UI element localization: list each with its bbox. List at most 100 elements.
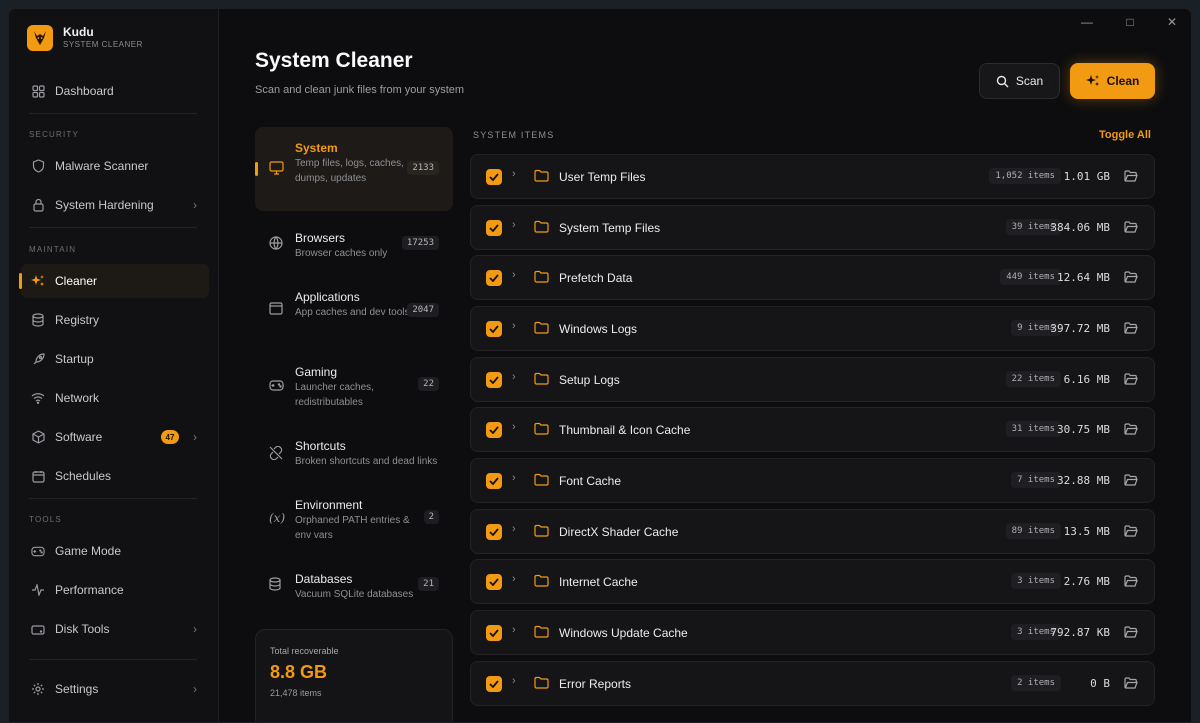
item-name: Font Cache <box>559 474 622 488</box>
open-folder-icon[interactable] <box>1124 220 1138 238</box>
open-folder-icon[interactable] <box>1124 372 1138 390</box>
minimize-icon[interactable]: — <box>1077 15 1097 31</box>
chevron-right-icon[interactable]: › <box>512 219 516 231</box>
checkbox[interactable] <box>486 473 502 489</box>
item-row[interactable]: › Font Cache 7 items 32.88 MB <box>470 458 1155 503</box>
category-count: 22 <box>418 377 439 391</box>
category-count: 17253 <box>401 236 439 250</box>
checkbox[interactable] <box>486 169 502 185</box>
maximize-icon[interactable]: □ <box>1120 15 1140 31</box>
checkbox[interactable] <box>486 220 502 236</box>
item-row[interactable]: › Prefetch Data 449 items 12.64 MB <box>470 255 1155 300</box>
open-folder-icon[interactable] <box>1124 574 1138 592</box>
open-folder-icon[interactable] <box>1124 270 1138 288</box>
category-applications[interactable]: Applications App caches and dev tools 20… <box>255 280 453 344</box>
sidebar-item-label: Malware Scanner <box>55 159 149 173</box>
checkbox[interactable] <box>486 524 502 540</box>
sidebar-item-software[interactable]: Software 47 › <box>21 420 209 454</box>
chevron-right-icon[interactable]: › <box>512 320 516 332</box>
open-folder-icon[interactable] <box>1124 524 1138 542</box>
checkbox[interactable] <box>486 676 502 692</box>
close-icon[interactable]: ✕ <box>1162 15 1182 31</box>
item-row[interactable]: › User Temp Files 1,052 items 1.01 GB <box>470 154 1155 199</box>
checkbox[interactable] <box>486 574 502 590</box>
category-desc: Broken shortcuts and dead links <box>295 456 438 467</box>
sidebar-item-malware-scanner[interactable]: Malware Scanner <box>21 149 209 183</box>
scan-button[interactable]: Scan <box>979 63 1060 99</box>
folder-icon <box>534 473 549 491</box>
sidebar-item-label: System Hardening <box>55 198 154 212</box>
chevron-right-icon[interactable]: › <box>512 573 516 585</box>
open-folder-icon[interactable] <box>1124 473 1138 491</box>
category-shortcuts[interactable]: Shortcuts Broken shortcuts and dead link… <box>255 429 453 479</box>
sidebar-item-label: Network <box>55 391 100 405</box>
item-row[interactable]: › Internet Cache 3 items 2.76 MB <box>470 559 1155 604</box>
checkbox[interactable] <box>486 270 502 286</box>
chevron-right-icon[interactable]: › <box>512 269 516 281</box>
category-browsers[interactable]: Browsers Browser caches only 17253 <box>255 221 453 271</box>
total-value: 8.8 GB <box>270 662 328 682</box>
app-window: Kudu SYSTEM CLEANER Dashboard SECURITY M… <box>8 8 1192 723</box>
sidebar-item-registry[interactable]: Registry <box>21 303 209 337</box>
folder-icon <box>534 270 549 288</box>
clean-button[interactable]: Clean <box>1070 63 1155 99</box>
sidebar-item-system-hardening[interactable]: System Hardening › <box>21 188 209 222</box>
divider <box>29 659 197 660</box>
chevron-right-icon[interactable]: › <box>512 168 516 180</box>
open-folder-icon[interactable] <box>1124 321 1138 339</box>
category-system[interactable]: System Temp files, logs, caches, dumps, … <box>255 127 453 211</box>
checkbox[interactable] <box>486 372 502 388</box>
chevron-right-icon[interactable]: › <box>512 421 516 433</box>
sidebar-item-settings[interactable]: Settings › <box>21 672 209 706</box>
sidebar-item-disk-tools[interactable]: Disk Tools › <box>21 612 209 646</box>
toggle-all-link[interactable]: Toggle All <box>1099 129 1151 141</box>
open-folder-icon[interactable] <box>1124 676 1138 694</box>
item-row[interactable]: › Windows Logs 9 items 397.72 MB <box>470 306 1155 351</box>
divider <box>29 227 197 228</box>
open-folder-icon[interactable] <box>1124 422 1138 440</box>
open-folder-icon[interactable] <box>1124 169 1138 187</box>
chevron-right-icon: › <box>193 622 197 636</box>
sidebar-item-dashboard[interactable]: Dashboard <box>21 74 209 108</box>
item-row[interactable]: › Thumbnail & Icon Cache 31 items 30.75 MB <box>470 407 1155 452</box>
folder-icon <box>534 372 549 390</box>
category-gaming[interactable]: Gaming Launcher caches, redistributables… <box>255 355 453 419</box>
chevron-right-icon[interactable]: › <box>512 675 516 687</box>
item-row[interactable]: › System Temp Files 39 items 384.06 MB <box>470 205 1155 250</box>
chevron-right-icon[interactable]: › <box>512 371 516 383</box>
folder-icon <box>534 524 549 542</box>
chevron-right-icon[interactable]: › <box>512 472 516 484</box>
category-environment[interactable]: (x) Environment Orphaned PATH entries & … <box>255 488 453 552</box>
checkbox[interactable] <box>486 321 502 337</box>
checkbox[interactable] <box>486 625 502 641</box>
sidebar-item-game-mode[interactable]: Game Mode <box>21 534 209 568</box>
folder-icon <box>534 625 549 643</box>
category-databases[interactable]: Databases Vacuum SQLite databases 21 <box>255 562 453 612</box>
chevron-right-icon[interactable]: › <box>512 624 516 636</box>
sidebar-item-cleaner[interactable]: Cleaner <box>19 264 209 298</box>
rocket-icon <box>31 352 45 366</box>
sidebar-item-performance[interactable]: Performance <box>21 573 209 607</box>
sidebar-item-label: Dashboard <box>55 84 114 98</box>
item-name: Windows Logs <box>559 322 638 336</box>
item-count: 3 items <box>1011 573 1061 589</box>
page-subtitle: Scan and clean junk files from your syst… <box>255 84 465 96</box>
item-size: 13.5 MB <box>1063 525 1110 538</box>
chevron-right-icon[interactable]: › <box>512 523 516 535</box>
section-label-security: SECURITY <box>29 130 80 139</box>
wifi-icon <box>31 391 45 405</box>
category-desc: App caches and dev tools <box>295 307 410 318</box>
item-name: Windows Update Cache <box>559 626 688 640</box>
item-size: 0 B <box>1090 677 1110 690</box>
item-size: 2.76 MB <box>1063 575 1110 588</box>
item-row[interactable]: › Error Reports 2 items 0 B <box>470 661 1155 706</box>
item-row[interactable]: › DirectX Shader Cache 89 items 13.5 MB <box>470 509 1155 554</box>
item-row[interactable]: › Setup Logs 22 items 6.16 MB <box>470 357 1155 402</box>
sparkles-icon <box>1085 74 1100 88</box>
sidebar-item-schedules[interactable]: Schedules <box>21 459 209 493</box>
sidebar-item-startup[interactable]: Startup <box>21 342 209 376</box>
item-row[interactable]: › Windows Update Cache 3 items 792.87 KB <box>470 610 1155 655</box>
sidebar-item-network[interactable]: Network <box>21 381 209 415</box>
open-folder-icon[interactable] <box>1124 625 1138 643</box>
checkbox[interactable] <box>486 422 502 438</box>
